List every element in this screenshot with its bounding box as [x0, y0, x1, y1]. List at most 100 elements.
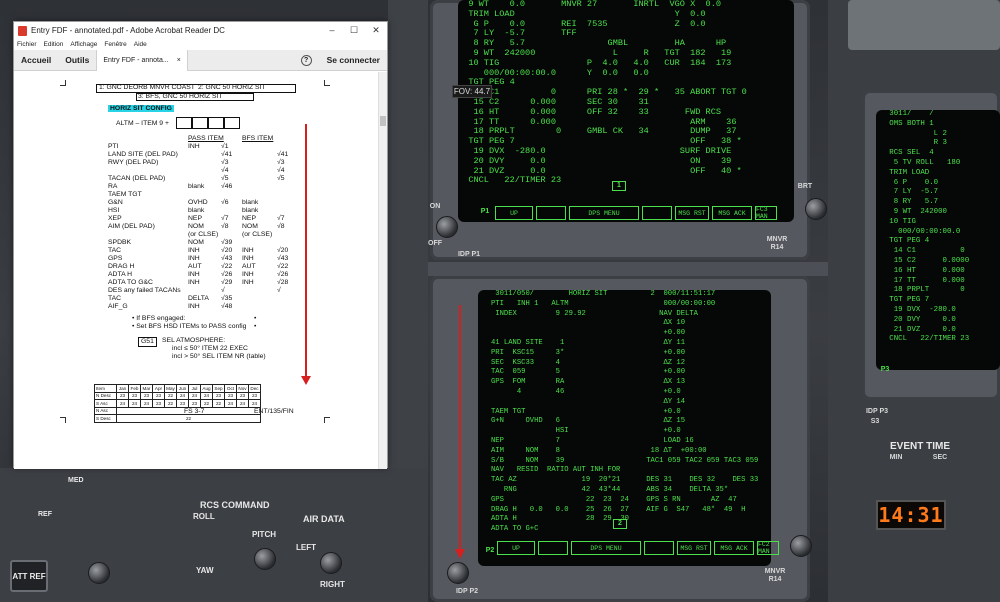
crt-line: 10 TIG	[876, 217, 916, 226]
crt-line: 18 PRPLT 0	[876, 286, 965, 295]
function-key[interactable]: UP	[497, 541, 535, 555]
function-key[interactable]: MSG RST	[677, 541, 711, 555]
month-header: Sep	[212, 384, 225, 393]
month-row-header: N Desc	[94, 391, 117, 400]
menu-affichage[interactable]: Affichage	[70, 41, 97, 48]
config-cell-b: √39	[221, 239, 233, 246]
crt-line: 41 LAND SITE 1 ΔY 11	[478, 338, 686, 347]
tab-accueil[interactable]: Accueil	[14, 55, 58, 65]
close-tab-icon[interactable]: ×	[177, 57, 181, 64]
menu-aide[interactable]: Aide	[134, 41, 147, 48]
signin-button[interactable]: Se connecter	[320, 55, 387, 65]
crt-1-display: 9 WT 0.0 MNVR 27 INRTL VGO X 0.0 TRIM LO…	[458, 0, 794, 222]
config-cell-b: √7	[221, 215, 229, 222]
minimize-icon[interactable]: –	[321, 25, 343, 36]
config-cell-a: INH	[188, 303, 200, 310]
function-key[interactable]: FC3 MAN	[755, 206, 777, 220]
annotation-arrow-head-pdf	[301, 376, 311, 385]
scrollbar-thumb[interactable]	[380, 116, 386, 126]
function-key[interactable]	[536, 206, 566, 220]
tab-outils[interactable]: Outils	[58, 55, 96, 65]
month-value: 23	[212, 391, 225, 400]
tab-bar: Accueil Outils Entry FDF - annota... × ?…	[14, 49, 387, 71]
crt-2-brightness-knob[interactable]	[790, 535, 812, 557]
config-cell-l: LAND SITE (DEL PAD)	[108, 151, 178, 158]
menu-fichier[interactable]: Fichier	[17, 41, 37, 48]
config-cell-a: INH	[188, 143, 200, 150]
annotation-arrow-line-main	[459, 305, 461, 553]
function-key[interactable]: FC2 MAN	[757, 541, 779, 555]
pdf-page[interactable]: 1: GNC DEORB MNVR COAST 2: GNC 50 HORIZ …	[14, 72, 380, 469]
config-cell-d: √41	[277, 151, 289, 158]
crt-line: TAC AZ 19 20*21 DES 31 DES 32 DES 33	[478, 476, 759, 485]
month-value: 22	[164, 391, 177, 400]
function-key[interactable]: MSG ACK	[712, 206, 752, 220]
bfs-engaged-note: • If BFS engaged:	[132, 315, 186, 322]
config-cell-l: TAC	[108, 247, 122, 254]
rcs-pitch-switch[interactable]	[254, 548, 276, 570]
config-cell-l: AIM (DEL PAD)	[108, 223, 155, 230]
config-cell-a: INH	[188, 247, 200, 254]
crt-line: DRAG H 0.0 0.0 25 26 27 AIF G S47 48* 49…	[478, 505, 746, 514]
event-sec-label: SEC	[932, 454, 948, 461]
config-cell-c: NOM	[242, 223, 258, 230]
function-key[interactable]: DPS MENU	[569, 206, 639, 220]
config-cell-c: INH	[242, 271, 254, 278]
menu-fenetre[interactable]: Fenêtre	[104, 41, 126, 48]
config-cell-c: NEP	[242, 215, 256, 222]
maximize-icon[interactable]: ☐	[343, 25, 365, 36]
pdf-icon	[18, 25, 27, 36]
help-icon[interactable]: ?	[300, 54, 312, 66]
crt-line: R 3	[876, 139, 947, 148]
brightness-label: BRT	[797, 183, 813, 190]
vertical-scrollbar[interactable]	[378, 72, 387, 469]
config-cell-l: XEP	[108, 215, 122, 222]
function-key[interactable]: DPS MENU	[571, 541, 641, 555]
atmosphere-month-table: Item Jan Feb Mar Apr May Jun Jul Aug Sep Oct Nov Dec…	[94, 384, 261, 423]
config-cell-l: G&N	[108, 199, 123, 206]
month-header: Jul	[188, 384, 201, 393]
config-cell-b: √20	[221, 247, 233, 254]
menu-bar: Fichier Edition Affichage Fenêtre Aide	[14, 39, 387, 50]
crt-line: GPS 22 23 24 GPS S RN AZ 47	[478, 495, 737, 504]
rcs-roll-switch[interactable]	[88, 562, 110, 584]
config-cell-b: √5	[221, 175, 229, 182]
function-key[interactable]	[642, 206, 672, 220]
config-cell-a: NOM	[188, 239, 204, 246]
config-cell-c: AUT	[242, 263, 256, 270]
crt-1-power-knob[interactable]	[436, 216, 458, 238]
config-cell-d: √	[277, 287, 281, 294]
p2-label: P2	[485, 547, 495, 554]
month-value: 24	[140, 399, 153, 408]
month-header: Feb	[128, 384, 141, 393]
month-header: Jun	[176, 384, 189, 393]
config-cell-l: TACAN (DEL PAD)	[108, 175, 166, 182]
function-key[interactable]: UP	[495, 206, 533, 220]
config-cell-c: blank	[242, 199, 259, 206]
on-label: ON	[429, 203, 441, 210]
config-cell-c: INH	[242, 279, 254, 286]
tab-document[interactable]: Entry FDF - annota... ×	[96, 49, 188, 71]
config-cell-c: INH	[242, 255, 254, 262]
config-cell-b: √1	[221, 143, 229, 150]
crt-1-brightness-knob[interactable]	[805, 198, 827, 220]
function-key[interactable]	[538, 541, 568, 555]
close-icon[interactable]: ✕	[365, 25, 387, 36]
config-cell-d: √26	[277, 271, 289, 278]
crt-line: 5 TV ROLL 180	[876, 158, 961, 167]
crt-line: 4 46 +0.0	[478, 387, 681, 396]
function-key[interactable]	[644, 541, 674, 555]
crt-2-power-knob[interactable]	[447, 562, 469, 584]
crt-line: PTI INH 1 ALTM 000/00:00:00	[478, 299, 716, 308]
menu-edition[interactable]: Edition	[44, 41, 64, 48]
att-ref-button[interactable]: ATT REF	[10, 560, 48, 592]
function-key[interactable]: MSG RST	[675, 206, 709, 220]
page-code: ENT/135/FIN	[254, 408, 294, 415]
config-cell-a: AUT	[188, 263, 202, 270]
sequence-step-3: 3: BFS, GNC 50 HORIZ SIT	[138, 93, 223, 100]
air-data-switch[interactable]	[320, 552, 342, 574]
function-key[interactable]: MSG ACK	[714, 541, 754, 555]
right-label: RIGHT	[320, 580, 345, 589]
month-value: 23	[128, 391, 141, 400]
month-header: Apr	[152, 384, 165, 393]
